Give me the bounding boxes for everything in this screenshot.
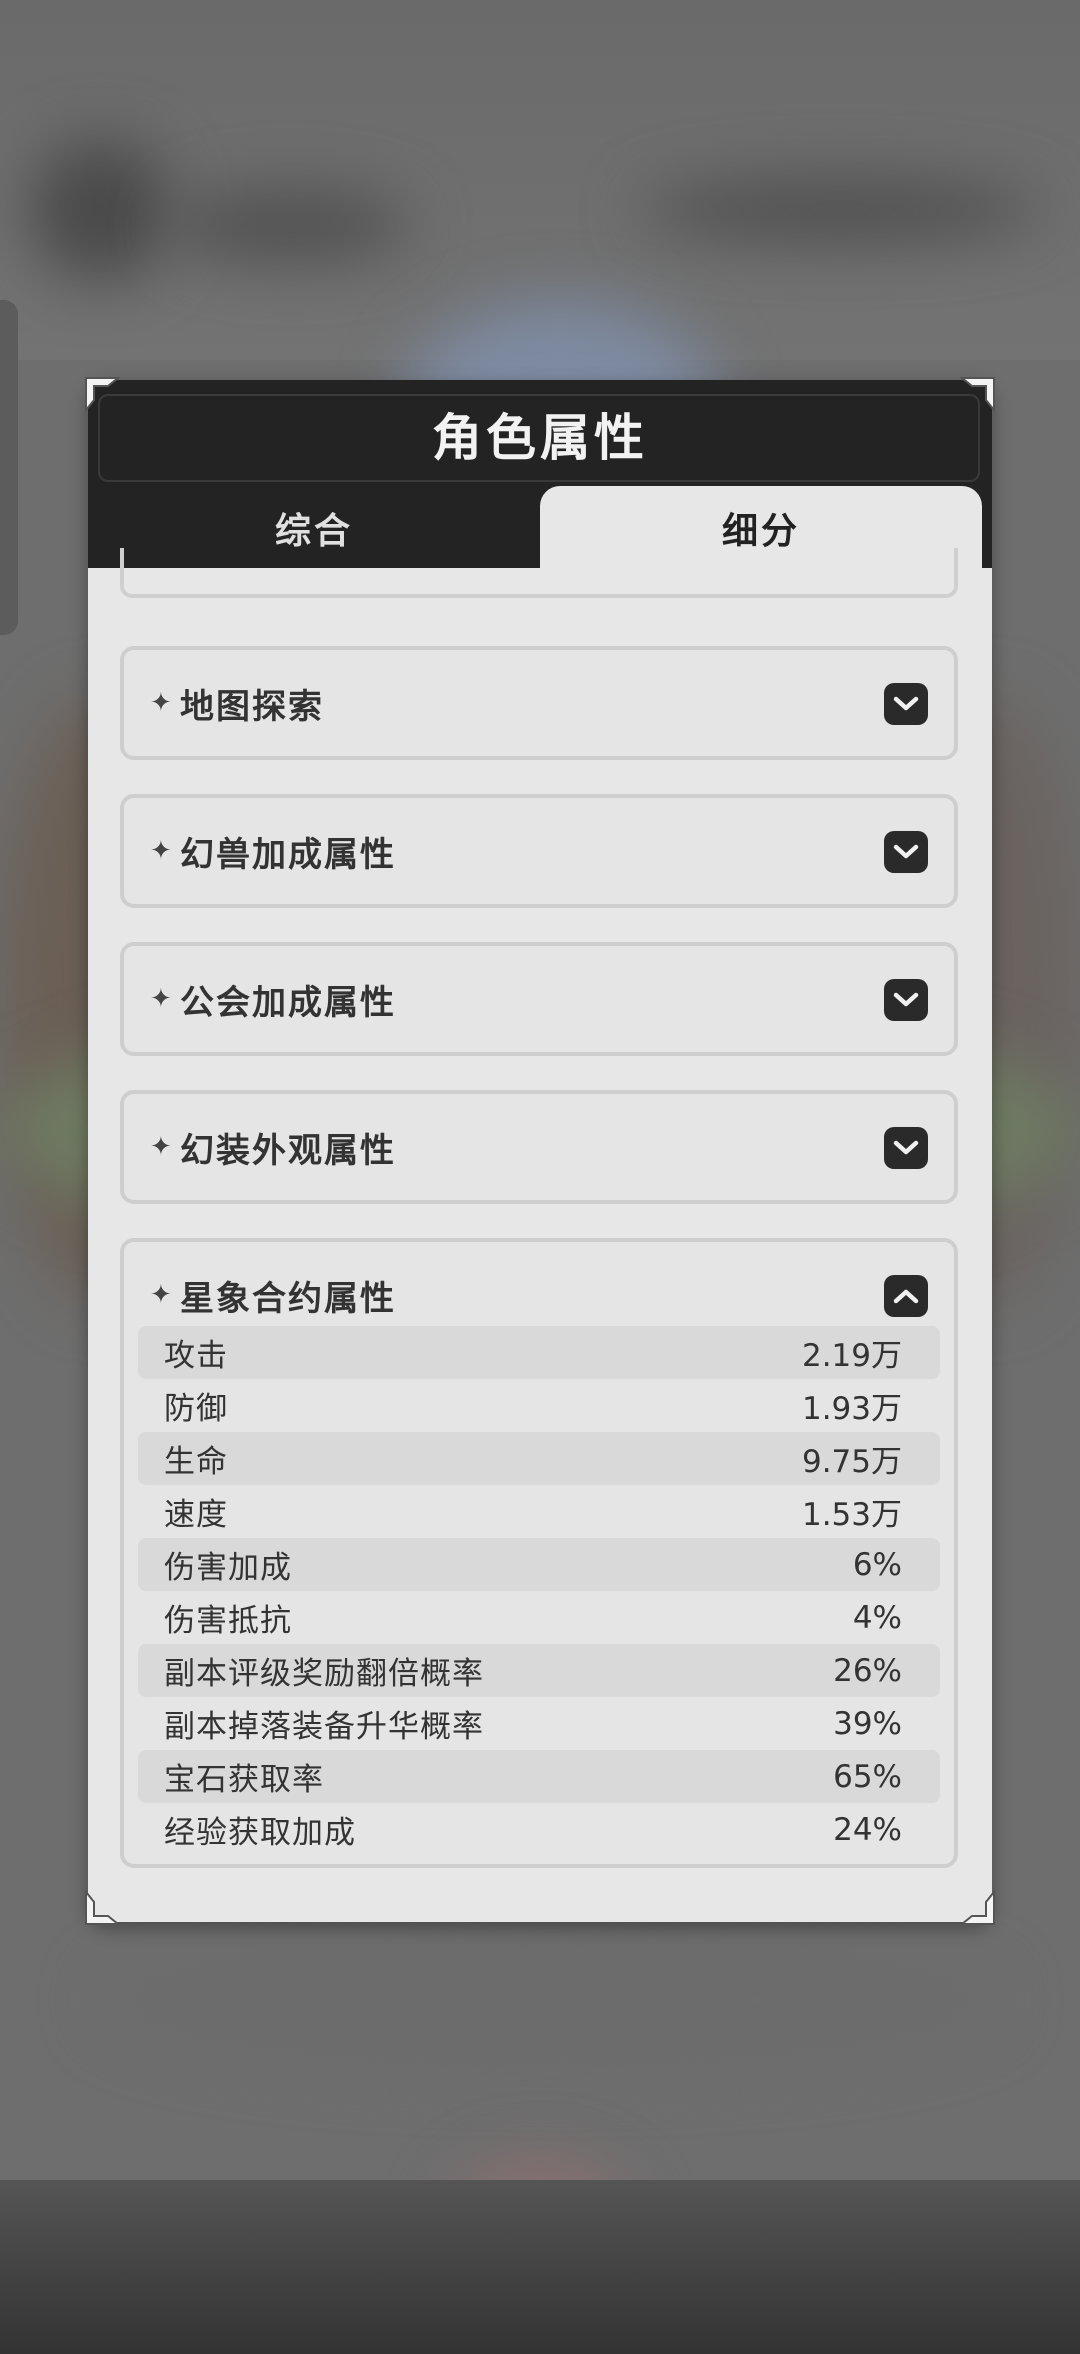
stat-value: 26% (833, 1652, 902, 1689)
section-title: 公会加成属性 (180, 982, 396, 1023)
stat-row: 防御 1.93万 (138, 1379, 940, 1432)
stat-row: 副本评级奖励翻倍概率 26% (138, 1644, 940, 1697)
stat-row: 宝石获取率 65% (138, 1750, 940, 1803)
stat-label: 宝石获取率 (164, 1762, 324, 1798)
section-header[interactable]: ✦ 幻兽加成属性 (124, 798, 954, 904)
stat-value: 9.75万 (801, 1444, 902, 1480)
sections-list[interactable]: ✦ 地图探索 ✦ 幻兽加成属性 ✦ 公会加成属性 ✦ 幻装外观属性 ✦ 星象合约… (88, 548, 992, 1922)
stat-row: 伤害加成 6% (138, 1538, 940, 1591)
partially-scrolled-section (120, 548, 958, 598)
stat-row: 攻击 2.19万 (138, 1326, 940, 1379)
section-header[interactable]: ✦ 地图探索 (124, 650, 954, 756)
frame-corner-icon (85, 1890, 120, 1925)
stat-label: 防御 (164, 1391, 228, 1427)
stat-label: 经验获取加成 (164, 1815, 356, 1851)
chevron-down-icon[interactable] (884, 831, 928, 873)
stat-row: 经验获取加成 24% (138, 1803, 940, 1856)
title-bar: 角色属性 (88, 380, 992, 488)
stat-value: 39% (833, 1705, 902, 1742)
chevron-down-icon[interactable] (884, 979, 928, 1021)
frame-corner-icon (85, 377, 120, 412)
sparkle-icon: ✦ (150, 688, 172, 718)
frame-corner-icon (960, 377, 995, 412)
chevron-down-icon[interactable] (884, 683, 928, 725)
stat-label: 伤害抵抗 (164, 1603, 292, 1639)
stat-value: 65% (833, 1758, 902, 1795)
section-title: 幻兽加成属性 (180, 834, 396, 875)
section-title: 地图探索 (180, 686, 324, 727)
section-guild-bonus[interactable]: ✦ 公会加成属性 (120, 942, 958, 1056)
stat-value: 2.19万 (801, 1338, 902, 1374)
stat-label: 速度 (164, 1497, 228, 1533)
dialog-title: 角色属性 (432, 409, 648, 467)
frame-corner-icon (960, 1890, 995, 1925)
sparkle-icon: ✦ (150, 836, 172, 866)
section-star-contract[interactable]: ✦ 星象合约属性 攻击 2.19万 防御 1.93万 生命 9.75万 速度 1… (120, 1238, 958, 1868)
side-drawer-handle (0, 300, 18, 635)
section-outfit-appearance[interactable]: ✦ 幻装外观属性 (120, 1090, 958, 1204)
stat-row: 生命 9.75万 (138, 1432, 940, 1485)
stat-value: 1.53万 (801, 1497, 902, 1533)
section-header[interactable]: ✦ 幻装外观属性 (124, 1094, 954, 1200)
stats-list: 攻击 2.19万 防御 1.93万 生命 9.75万 速度 1.53万 伤害加成 (138, 1326, 940, 1856)
stat-value: 24% (833, 1811, 902, 1848)
stat-label: 副本评级奖励翻倍概率 (164, 1656, 484, 1692)
chevron-up-icon[interactable] (884, 1275, 928, 1317)
stat-label: 攻击 (164, 1338, 228, 1374)
stat-row: 副本掉落装备升华概率 39% (138, 1697, 940, 1750)
stat-row: 伤害抵抗 4% (138, 1591, 940, 1644)
sparkle-icon: ✦ (150, 984, 172, 1014)
section-header[interactable]: ✦ 公会加成属性 (124, 946, 954, 1052)
stat-value: 1.93万 (801, 1391, 902, 1427)
section-beast-bonus[interactable]: ✦ 幻兽加成属性 (120, 794, 958, 908)
section-title: 幻装外观属性 (180, 1130, 396, 1171)
sparkle-icon: ✦ (150, 1132, 172, 1162)
stat-value: 6% (852, 1546, 902, 1583)
section-map-exploration[interactable]: ✦ 地图探索 (120, 646, 958, 760)
chevron-down-icon[interactable] (884, 1127, 928, 1169)
character-attributes-dialog: 角色属性 综合 细分 ✦ 地图探索 ✦ 幻兽加成属性 ✦ 公会加成属性 ✦ 幻装… (88, 380, 992, 1922)
stat-label: 生命 (164, 1444, 228, 1480)
stat-row: 速度 1.53万 (138, 1485, 940, 1538)
stat-label: 副本掉落装备升华概率 (164, 1709, 484, 1745)
stat-label: 伤害加成 (164, 1550, 292, 1586)
stat-value: 4% (852, 1599, 902, 1636)
